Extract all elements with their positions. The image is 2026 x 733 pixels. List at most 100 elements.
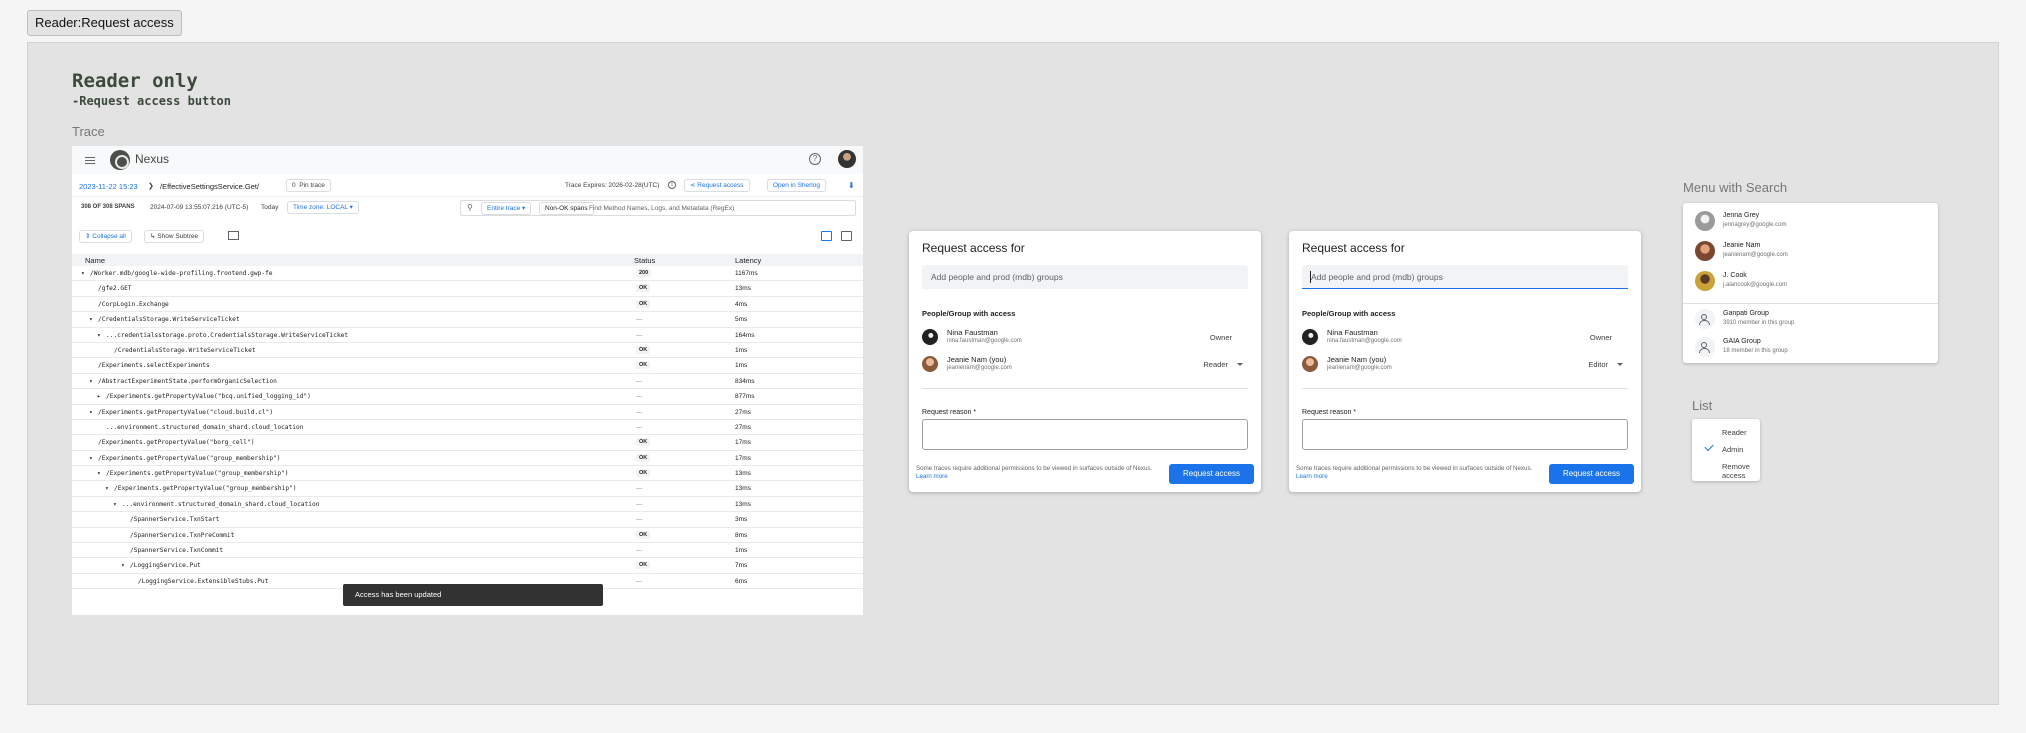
latency-value: 1ms <box>735 547 748 555</box>
pin-trace-button[interactable]: 0 Pin trace <box>286 179 331 192</box>
expand-toggle-icon[interactable]: ▾ <box>105 485 109 492</box>
table-row[interactable]: ▾ /LoggingService.Put OK 7ms <box>72 558 863 574</box>
search-input[interactable]: Find Method Names, Logs, and Metadata (R… <box>589 205 734 212</box>
menu-item-jeanie[interactable]: Jeanie Nam jeanienam@google.com <box>1683 236 1938 266</box>
non-ok-spans-toggle[interactable]: Non-OK spans <box>539 202 594 215</box>
request-access-submit-button[interactable]: Request access <box>1549 464 1634 484</box>
person-name: Nina Faustman <box>947 328 998 337</box>
collapse-all-button[interactable]: ⇕ Collapse all <box>79 230 132 243</box>
menu-item-name: GAIA Group <box>1723 338 1761 345</box>
menu-item-jenna[interactable]: Jenna Grey jennagrey@google.com <box>1683 206 1938 236</box>
expand-toggle-icon[interactable]: ▾ <box>89 378 93 385</box>
date-range: 2024-07-09 13:55:07.216 (UTC-5) <box>150 204 249 211</box>
user-avatar[interactable] <box>838 150 856 168</box>
expand-toggle-icon[interactable]: ▾ <box>89 409 93 416</box>
span-name: /CredentialsStorage.WriteServiceTicket <box>114 346 256 354</box>
frame-label[interactable]: Reader:Request access <box>27 10 182 36</box>
span-name: /SpannerService.TxnCommit <box>130 547 224 555</box>
table-row[interactable]: ▾ /Experiments.getPropertyValue("cloud.bu… <box>72 405 863 420</box>
table-header: Name Status Latency <box>72 254 863 266</box>
span-name: /Experiments.getPropertyValue("group_mem… <box>106 470 289 478</box>
status-badge: OK <box>636 361 651 370</box>
menu-item-jcook[interactable]: J. Cook j.alancook@google.com <box>1683 266 1938 296</box>
table-row[interactable]: ▾ /Experiments.getPropertyValue("group_me… <box>72 451 863 467</box>
tree-toolbar: ⇕ Collapse all ↳ Show Subtree <box>72 226 863 246</box>
show-subtree-button[interactable]: ↳ Show Subtree <box>144 230 205 243</box>
pin-icon[interactable]: ⬇ <box>848 181 855 190</box>
status-badge: OK <box>636 299 651 308</box>
column-header-name[interactable]: Name <box>85 256 105 265</box>
learn-more-link[interactable]: Learn more <box>916 473 948 480</box>
entire-trace-select[interactable]: Entire trace ▾ <box>481 202 532 215</box>
trace-search[interactable]: ⚲ Entire trace ▾ Non-OK spans Find Metho… <box>460 200 856 216</box>
help-icon[interactable]: ? <box>809 153 821 165</box>
expand-toggle-icon[interactable]: ▾ <box>89 316 93 323</box>
expand-toggle-icon[interactable]: ▾ <box>97 470 101 477</box>
latency-value: 834ms <box>735 377 755 385</box>
list-item-remove-access[interactable]: Remove access <box>1722 462 1760 480</box>
span-table: ▾ /Worker.mdb/google-wide-profiling.front… <box>72 266 863 590</box>
expand-toggle-icon[interactable]: ▾ <box>97 332 101 339</box>
request-access-submit-button[interactable]: Request access <box>1169 464 1254 484</box>
person-name: Nina Faustman <box>1327 328 1378 337</box>
request-reason-field[interactable] <box>922 419 1248 450</box>
open-in-sherlog-button[interactable]: Open in Sherlog <box>767 179 826 192</box>
role-label: Owner <box>1589 333 1612 342</box>
learn-more-link[interactable]: Learn more <box>1296 473 1328 480</box>
table-row[interactable]: ...environment.structured_domain_shard.c… <box>72 420 863 436</box>
table-row[interactable]: ▾ /Worker.mdb/google-wide-profiling.front… <box>72 266 863 282</box>
breadcrumb-date[interactable]: 2023-11-22 15:23 <box>79 182 138 191</box>
menu-item-detail: 3910 member in this group <box>1723 320 1795 326</box>
chevron-down-icon[interactable] <box>1237 363 1243 366</box>
table-row[interactable]: /CorpLogin.Exchange OK 4ms <box>72 297 863 313</box>
collapse-all-label: Collapse all <box>92 233 126 240</box>
table-row[interactable]: /CredentialsStorage.WriteServiceTicket OK… <box>72 343 863 359</box>
table-row[interactable]: ▾ /AbstractExperimentState.performOrganic… <box>72 374 863 390</box>
menu-item-name: Jeanie Nam <box>1723 242 1761 249</box>
menu-item-ganpati-group[interactable]: Ganpati Group 3910 member in this group <box>1683 304 1938 334</box>
expand-toggle-icon[interactable]: ▾ <box>121 562 125 569</box>
expand-toggle-icon[interactable]: ▸ <box>97 393 101 400</box>
table-row[interactable]: /SpannerService.TxnStart --- 3ms <box>72 512 863 528</box>
table-row[interactable]: /Experiments.selectExperiments OK 1ms <box>72 358 863 374</box>
table-row[interactable]: ▾ /CredentialsStorage.WriteServiceTicket -… <box>72 312 863 328</box>
table-row[interactable]: ▾ ...environment.structured_domain_shard.… <box>72 497 863 513</box>
layout-bottom-icon[interactable] <box>841 231 852 241</box>
info-icon[interactable]: i <box>668 181 676 189</box>
table-row[interactable]: ▾ /Experiments.getPropertyValue("group_me… <box>72 481 863 497</box>
expand-toggle-icon[interactable]: ▾ <box>113 501 117 508</box>
collapse-icon: ⇕ <box>85 233 91 240</box>
role-select[interactable]: Reader <box>1203 360 1228 369</box>
column-header-status[interactable]: Status <box>634 256 655 265</box>
column-header-latency[interactable]: Latency <box>735 256 761 265</box>
today-button[interactable]: Today <box>261 204 278 211</box>
status-badge: --- <box>636 516 643 524</box>
span-name: /CorpLogin.Exchange <box>98 300 169 308</box>
latency-value: 1ms <box>735 346 748 354</box>
request-reason-field[interactable] <box>1302 419 1628 450</box>
table-row[interactable]: /SpannerService.TxnCommit --- 1ms <box>72 543 863 559</box>
avatar <box>922 329 938 345</box>
table-row[interactable]: /Experiments.getPropertyValue("borg_cell… <box>72 435 863 451</box>
list-item-admin[interactable]: Admin <box>1722 445 1743 454</box>
access-list-item: Nina Faustman nina.faustman@google.com O… <box>922 327 1248 349</box>
request-access-button[interactable]: ⋖ Request access <box>684 179 750 192</box>
expand-toggle-icon[interactable]: ▾ <box>89 455 93 462</box>
list-item-reader[interactable]: Reader <box>1722 428 1747 437</box>
table-row[interactable]: /SpannerService.TxnPreCommit OK 8ms <box>72 528 863 544</box>
table-row[interactable]: ▾ /Experiments.getPropertyValue("group_me… <box>72 466 863 482</box>
add-people-input[interactable]: Add people and prod (mdb) groups <box>922 265 1248 289</box>
table-row[interactable]: ▾ ...credentialsstorage.proto.Credentials… <box>72 328 863 343</box>
columns-icon[interactable] <box>228 231 239 240</box>
avatar <box>1302 356 1318 372</box>
menu-icon[interactable] <box>85 157 95 164</box>
menu-item-gaia-group[interactable]: GAIA Group 18 member in this group <box>1683 332 1938 362</box>
add-people-input[interactable]: Add people and prod (mdb) groups <box>1302 265 1628 289</box>
table-row[interactable]: ▸ /Experiments.getPropertyValue("bcq.unif… <box>72 389 863 405</box>
table-row[interactable]: /gfe2.GET OK 13ms <box>72 281 863 297</box>
timezone-select[interactable]: Time zone: LOCAL ▾ <box>287 201 359 214</box>
role-select[interactable]: Editor <box>1588 360 1608 369</box>
chevron-down-icon[interactable] <box>1617 363 1623 366</box>
layout-split-icon[interactable] <box>821 231 832 241</box>
expand-toggle-icon[interactable]: ▾ <box>81 270 85 277</box>
